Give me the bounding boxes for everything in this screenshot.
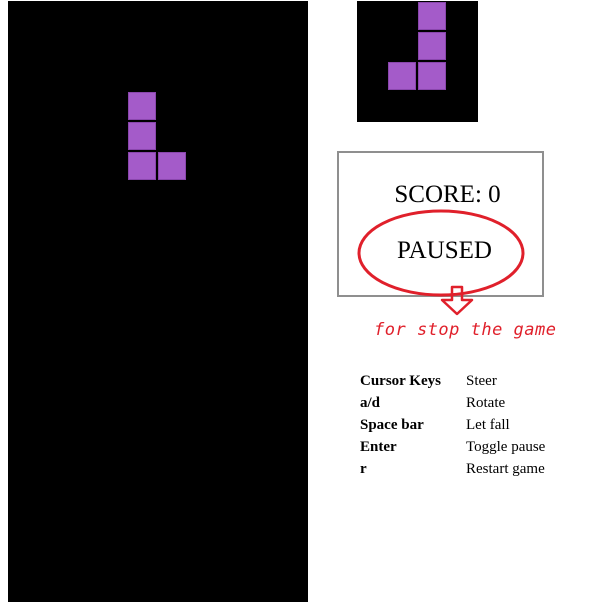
active-piece-block: [128, 92, 156, 120]
control-key: Enter: [360, 439, 397, 455]
next-piece-block: [418, 62, 446, 90]
control-key: Space bar: [360, 417, 424, 433]
controls-row: Cursor Keys Steer: [360, 373, 545, 395]
control-action: Restart game: [466, 461, 545, 477]
score-panel: SCORE: 0 PAUSED: [337, 151, 544, 297]
next-piece-block: [388, 62, 416, 90]
control-key: r: [360, 461, 367, 477]
control-action: Let fall: [466, 417, 510, 433]
annotation-note: for stop the game: [374, 320, 557, 340]
controls-row: Enter Toggle pause: [360, 439, 545, 461]
control-action: Toggle pause: [466, 439, 546, 455]
control-key: Cursor Keys: [360, 373, 441, 389]
next-piece-block: [418, 2, 446, 30]
control-key: a/d: [360, 395, 381, 411]
control-action: Steer: [466, 373, 497, 389]
controls-row: r Restart game: [360, 461, 545, 483]
active-piece-block: [128, 152, 156, 180]
next-piece-block: [418, 32, 446, 60]
controls-table: Cursor Keys Steer a/d Rotate Space bar Let fa…: [360, 373, 545, 483]
game-board[interactable]: [8, 1, 308, 602]
paused-status: PAUSED: [397, 237, 492, 264]
next-piece-preview: [357, 1, 478, 122]
controls-row: Space bar Let fall: [360, 417, 545, 439]
control-action: Rotate: [466, 395, 506, 411]
active-piece-block: [158, 152, 186, 180]
score-label: SCORE: 0: [394, 181, 501, 208]
controls-row: a/d Rotate: [360, 395, 545, 417]
active-piece-block: [128, 122, 156, 150]
